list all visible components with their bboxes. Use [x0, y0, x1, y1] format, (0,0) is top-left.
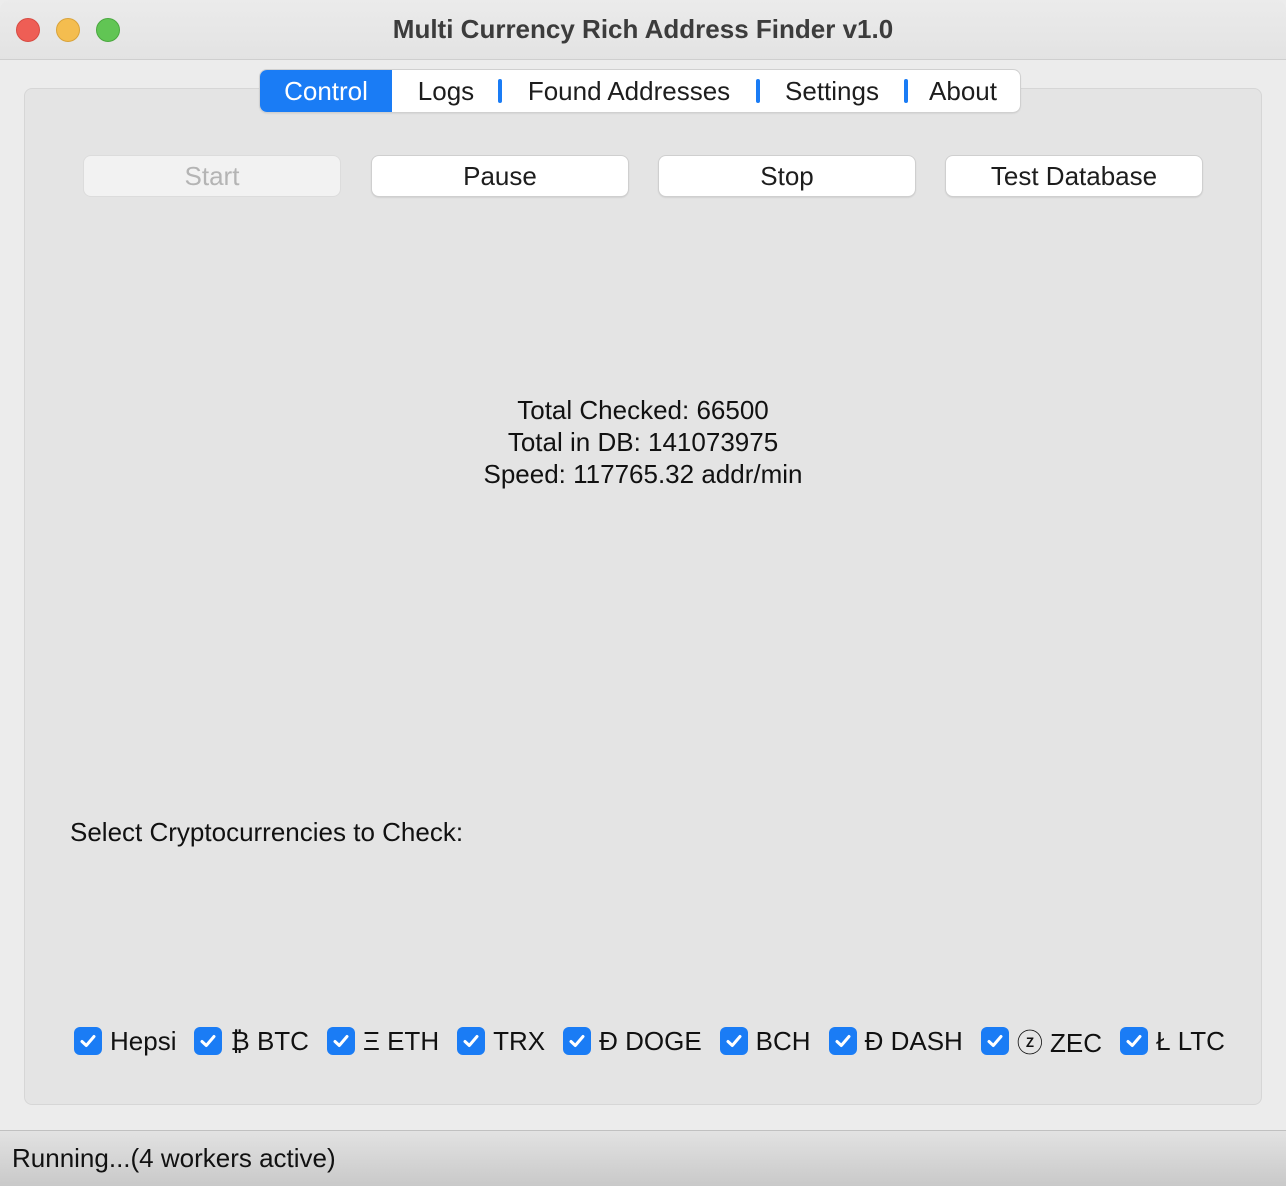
tab-control[interactable]: Control: [260, 70, 392, 112]
checkbox-doge[interactable]: Ð DOGE: [563, 1026, 702, 1057]
tab-settings[interactable]: Settings: [756, 70, 906, 112]
checkbox-hepsi[interactable]: Hepsi: [74, 1026, 176, 1057]
tab-about-label: About: [929, 76, 997, 106]
checkmark-icon[interactable]: [828, 1027, 857, 1055]
checkbox-label: Hepsi: [110, 1025, 177, 1056]
currency-checkbox-row: Hepsi ₿ BTC Ξ ETH TRX Ð DOGE BCH Đ DASH: [74, 1024, 1225, 1058]
tab-separator: [756, 79, 760, 103]
speed: Speed: 117765.32 addr/min: [483, 459, 803, 489]
tab-about[interactable]: About: [904, 70, 1020, 112]
status-bar: Running...(4 workers active): [0, 1130, 1286, 1186]
checkbox-label: TRX: [493, 1025, 546, 1056]
checkmark-icon[interactable]: [1120, 1027, 1149, 1055]
checkmark-icon[interactable]: [719, 1027, 748, 1055]
tab-bar: Control Logs Found Addresses Settings Ab…: [260, 70, 1020, 112]
stats-block: Total Checked: 66500 Total in DB: 141073…: [0, 394, 1286, 490]
tab-separator: [498, 79, 502, 103]
status-text: Running...(4 workers active): [12, 1143, 336, 1173]
checkbox-label: Ł LTC: [1156, 1025, 1225, 1056]
test-database-button[interactable]: Test Database: [946, 156, 1202, 196]
tab-logs[interactable]: Logs: [392, 70, 500, 112]
app-window: Multi Currency Rich Address Finder v1.0 …: [0, 0, 1286, 1186]
total-in-db: Total in DB: 141073975: [507, 427, 779, 457]
checkbox-dash[interactable]: Đ DASH: [828, 1025, 963, 1057]
checkbox-label: ⓩ ZEC: [1016, 1027, 1103, 1058]
start-button[interactable]: Start: [84, 156, 340, 196]
checkbox-trx[interactable]: TRX: [457, 1026, 545, 1057]
checkbox-eth[interactable]: Ξ ETH: [326, 1025, 440, 1057]
checkbox-label: BCH: [755, 1025, 811, 1056]
checkmark-icon[interactable]: [457, 1027, 486, 1055]
checkmark-icon[interactable]: [563, 1027, 592, 1055]
checkbox-zec[interactable]: ⓩ ZEC: [980, 1023, 1103, 1060]
total-checked: Total Checked: 66500: [517, 395, 769, 425]
select-currencies-label: Select Cryptocurrencies to Check:: [70, 817, 464, 847]
tab-found-addresses-label: Found Addresses: [527, 76, 731, 106]
checkmark-icon[interactable]: [74, 1027, 102, 1055]
checkbox-label: Đ DASH: [864, 1025, 963, 1056]
title-bar[interactable]: Multi Currency Rich Address Finder v1.0: [0, 0, 1286, 60]
checkbox-bch[interactable]: BCH: [719, 1025, 811, 1057]
checkmark-icon[interactable]: [980, 1027, 1009, 1055]
tab-found-addresses[interactable]: Found Addresses: [498, 70, 758, 112]
tab-settings-label: Settings: [785, 76, 879, 106]
pause-button[interactable]: Pause: [372, 156, 628, 196]
checkbox-label: Ð DOGE: [599, 1025, 702, 1056]
checkbox-btc[interactable]: ₿ BTC: [194, 1025, 309, 1057]
stop-button[interactable]: Stop: [659, 156, 915, 196]
checkmark-icon[interactable]: [194, 1027, 223, 1055]
window-title: Multi Currency Rich Address Finder v1.0: [392, 14, 894, 44]
checkmark-icon[interactable]: [326, 1027, 355, 1055]
checkbox-ltc[interactable]: Ł LTC: [1120, 1026, 1225, 1057]
tab-separator: [904, 79, 908, 103]
checkbox-label: ₿ BTC: [230, 1025, 309, 1056]
control-panel: [24, 88, 1262, 1105]
checkbox-label: Ξ ETH: [362, 1025, 440, 1056]
